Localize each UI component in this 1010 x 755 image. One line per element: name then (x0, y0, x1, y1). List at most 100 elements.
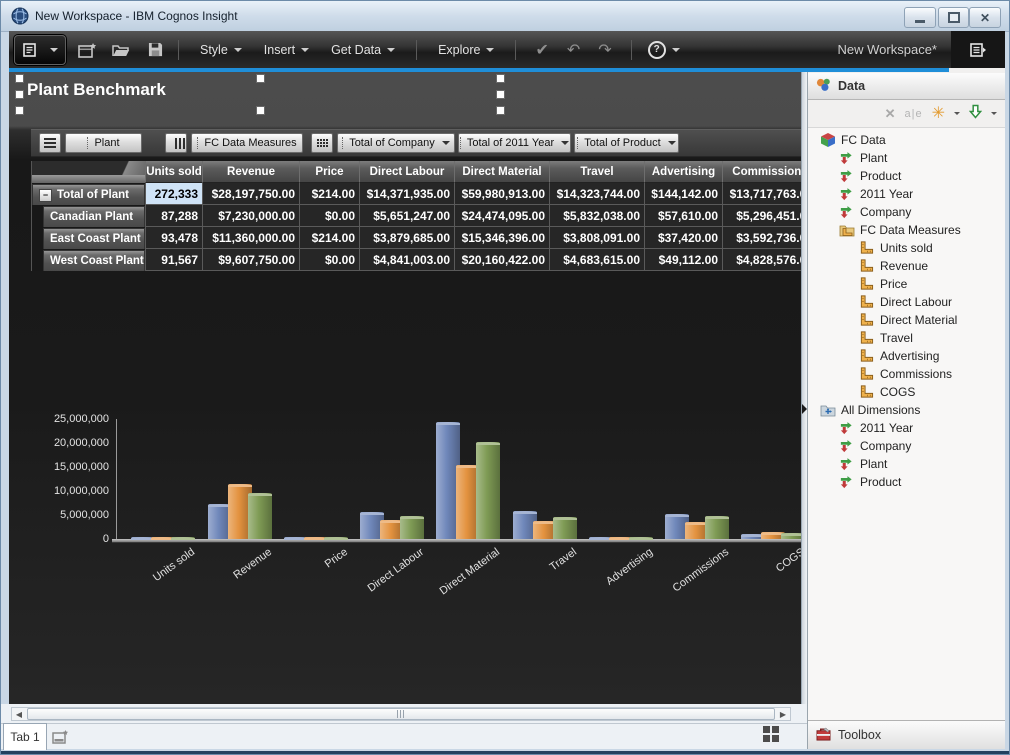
crosstab-cell[interactable]: $5,651,247.00 (359, 205, 454, 227)
crosstab-cell[interactable]: $5,832,038.00 (549, 205, 644, 227)
context-filter-product[interactable]: Total of Product (574, 133, 679, 153)
workspace-canvas[interactable]: Plant Benchmark Plant FC Data Measures T… (9, 68, 801, 704)
scrollbar-thumb[interactable] (27, 708, 775, 720)
tree-item-company[interactable]: Company (808, 203, 1005, 221)
delete-icon[interactable]: ✕ (885, 106, 896, 122)
new-widget-button[interactable] (74, 38, 100, 62)
application-menu-button[interactable] (14, 34, 66, 65)
crosstab-cell[interactable]: $13,717,763.00 (722, 183, 801, 205)
bar-commissions-west-coast-plant[interactable] (705, 516, 729, 539)
tab-1[interactable]: Tab 1 (3, 723, 47, 750)
row-header-east-coast-plant[interactable]: East Coast Plant (32, 227, 145, 250)
tree-item-cogs[interactable]: COGS (808, 383, 1005, 401)
crosstab-cell[interactable]: $14,323,744.00 (549, 183, 644, 205)
tree-item-company[interactable]: Company (808, 437, 1005, 455)
bar-direct-material-west-coast-plant[interactable] (476, 442, 500, 539)
crosstab-cell[interactable]: $3,808,091.00 (549, 227, 644, 249)
scroll-right-icon[interactable]: ▶ (776, 708, 790, 720)
row-header-total-of-plant[interactable]: − Total of Plant (32, 183, 145, 206)
crosstab-cell[interactable]: $3,592,736.00 (722, 227, 801, 249)
crosstab-cell[interactable]: $0.00 (299, 205, 359, 227)
chevron-down-icon[interactable] (991, 112, 997, 118)
crosstab-cell[interactable]: 87,288 (145, 205, 202, 227)
tree-item-all-dimensions[interactable]: All Dimensions (808, 401, 1005, 419)
context-filter-company[interactable]: Total of Company (337, 133, 455, 153)
crosstab-cell[interactable]: $0.00 (299, 249, 359, 271)
selection-handle[interactable] (256, 106, 265, 115)
menu-get-data[interactable]: Get Data (331, 43, 396, 57)
tree-item-plant[interactable]: Plant (808, 149, 1005, 167)
undo-icon[interactable]: ↶ (567, 40, 580, 60)
selection-handle[interactable] (496, 74, 505, 83)
save-button[interactable] (142, 38, 168, 62)
rows-dimension-button[interactable]: Plant (65, 133, 142, 153)
chevron-down-icon[interactable] (954, 112, 960, 118)
widget-overview-icon[interactable] (763, 726, 779, 742)
crosstab-cell[interactable]: $11,360,000.00 (202, 227, 299, 249)
context-filter-year[interactable]: Total of 2011 Year (458, 133, 571, 153)
commit-check-icon[interactable]: ✔ (535, 40, 548, 60)
help-icon[interactable]: ? (647, 40, 666, 59)
tree-item-2011-year[interactable]: 2011 Year (808, 185, 1005, 203)
tree-item-commissions[interactable]: Commissions (808, 365, 1005, 383)
tree-item-advertising[interactable]: Advertising (808, 347, 1005, 365)
data-panel-header[interactable]: Data (808, 73, 1005, 100)
column-header-revenue[interactable]: Revenue (202, 161, 299, 183)
column-header-advertising[interactable]: Advertising (644, 161, 722, 183)
tree-item-2011-year[interactable]: 2011 Year (808, 419, 1005, 437)
column-header-price[interactable]: Price (299, 161, 359, 183)
crosstab-cell[interactable]: $37,420.00 (644, 227, 722, 249)
crosstab-cell[interactable]: $214.00 (299, 183, 359, 205)
crosstab-cell[interactable]: $3,879,685.00 (359, 227, 454, 249)
menu-explore[interactable]: Explore (438, 43, 495, 57)
columns-axis-icon[interactable] (165, 133, 187, 153)
selection-handle[interactable] (496, 106, 505, 115)
widget-title[interactable]: Plant Benchmark (27, 80, 166, 100)
crosstab-cell[interactable]: $4,841,003.00 (359, 249, 454, 271)
open-button[interactable] (108, 38, 134, 62)
bar-direct-labour-west-coast-plant[interactable] (400, 516, 424, 539)
tree-item-plant[interactable]: Plant (808, 455, 1005, 473)
column-header-travel[interactable]: Travel (549, 161, 644, 183)
toolbox-section-header[interactable]: Toolbox (808, 720, 1005, 749)
bar-price-west-coast-plant[interactable] (324, 537, 348, 540)
tree-item-direct-labour[interactable]: Direct Labour (808, 293, 1005, 311)
tree-item-product[interactable]: Product (808, 167, 1005, 185)
column-header-units-sold[interactable]: Units sold (145, 161, 202, 183)
tree-item-product[interactable]: Product (808, 473, 1005, 491)
calculation-icon[interactable]: ✳ (932, 105, 945, 121)
minimize-button[interactable] (904, 7, 936, 28)
columns-dimension-button[interactable]: FC Data Measures (191, 133, 303, 153)
window-titlebar[interactable]: New Workspace - IBM Cognos Insight ✕ (1, 1, 1009, 32)
crosstab-cell[interactable]: $5,296,451.00 (722, 205, 801, 227)
import-data-icon[interactable] (968, 104, 983, 124)
tree-item-price[interactable]: Price (808, 275, 1005, 293)
selection-handle[interactable] (15, 74, 24, 83)
crosstab-cell[interactable]: $49,112.00 (644, 249, 722, 271)
bar-revenue-west-coast-plant[interactable] (248, 493, 272, 539)
selection-handle[interactable] (15, 106, 24, 115)
restore-button[interactable] (938, 7, 969, 28)
crosstab-cell[interactable]: $28,197,750.00 (202, 183, 299, 205)
menu-style[interactable]: Style (200, 43, 242, 57)
selection-handle[interactable] (15, 90, 24, 99)
crosstab-cell[interactable]: $57,610.00 (644, 205, 722, 227)
crosstab-cell[interactable]: 93,478 (145, 227, 202, 249)
crosstab-cell[interactable]: $144,142.00 (644, 183, 722, 205)
row-header-west-coast-plant[interactable]: West Coast Plant (32, 249, 145, 271)
menu-insert[interactable]: Insert (264, 43, 310, 57)
crosstab-cell[interactable]: $59,980,913.00 (454, 183, 549, 205)
redo-icon[interactable]: ↷ (598, 40, 611, 60)
crosstab-cell[interactable]: 91,567 (145, 249, 202, 271)
close-button[interactable]: ✕ (969, 7, 1001, 28)
tree-item-fc-data-measures[interactable]: FC Data Measures (808, 221, 1005, 239)
tree-item-fc-data[interactable]: FC Data (808, 131, 1005, 149)
column-header-direct-material[interactable]: Direct Material (454, 161, 549, 183)
crosstab-cell[interactable]: $14,371,935.00 (359, 183, 454, 205)
crosstab-cell[interactable]: $4,683,615.00 (549, 249, 644, 271)
tree-item-direct-material[interactable]: Direct Material (808, 311, 1005, 329)
selection-handle[interactable] (496, 90, 505, 99)
bar-advertising-west-coast-plant[interactable] (629, 537, 653, 540)
crosstab-cell[interactable]: $24,474,095.00 (454, 205, 549, 227)
bar-units-sold-west-coast-plant[interactable] (171, 537, 195, 540)
